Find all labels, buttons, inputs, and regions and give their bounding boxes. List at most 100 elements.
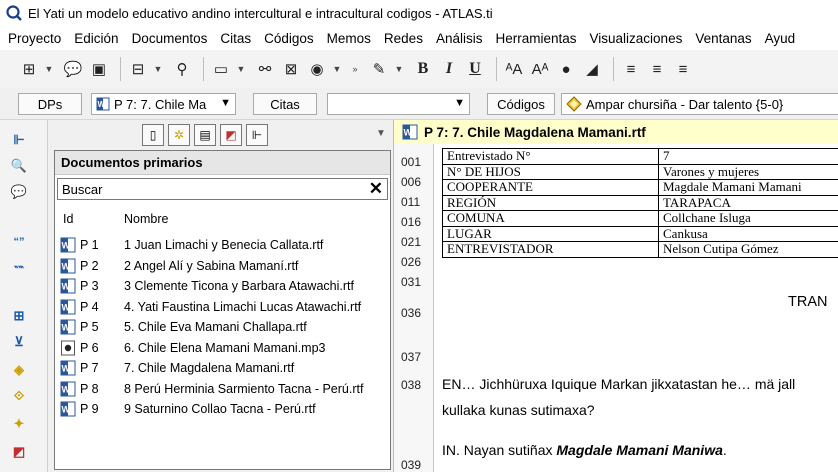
svg-text:W: W [62, 282, 71, 292]
interview-answer: IN. Nayan sutiñax Magdale Mamani Maniwa. [442, 442, 727, 458]
dropdown-arrow-icon[interactable]: ▼ [394, 56, 404, 82]
toolbar-overflow-icon[interactable]: » [350, 56, 360, 82]
column-header-name[interactable]: Nombre [124, 212, 168, 226]
font-shrink-icon[interactable]: Aᴬ [529, 56, 551, 82]
list-item[interactable]: W P 5 5. Chile Eva Mamani Challapa.rtf [55, 317, 390, 338]
dropdown-arrow-icon[interactable]: ▼ [44, 56, 54, 82]
svg-text:W: W [62, 405, 71, 415]
table-cell: Collchane Isluga [658, 210, 838, 227]
code-tree-icon[interactable]: ⊻ [8, 332, 30, 352]
chevron-down-icon[interactable]: ▼ [220, 97, 231, 109]
chevron-down-icon[interactable]: ▼ [454, 97, 465, 109]
citas-button[interactable]: Citas [253, 93, 317, 115]
toolbar-separator [120, 57, 121, 81]
toolbar-separator [203, 57, 204, 81]
dropdown-arrow-icon[interactable]: ▼ [153, 56, 163, 82]
citas-selector[interactable]: ▼ [327, 93, 470, 115]
list-item[interactable]: W P 9 9 Saturnino Collao Tacna - Perú.rtf [55, 399, 390, 420]
code-diamond-icon[interactable]: ◈ [8, 360, 30, 380]
word-file-icon: W [60, 278, 76, 294]
align-left-icon[interactable]: ≡ [620, 56, 642, 82]
menu-edicion[interactable]: Edición [74, 31, 118, 46]
menu-visualizaciones[interactable]: Visualizaciones [590, 31, 683, 46]
list-item[interactable]: W P 4 4. Yati Faustina Limachi Lucas Atawa… [55, 297, 390, 318]
cooccurrence-icon[interactable]: ⊠ [280, 56, 302, 82]
documents-tab-icon[interactable]: ▯ [142, 124, 164, 146]
search-input[interactable]: Buscar ✕ [57, 178, 388, 200]
bold-button[interactable]: B [412, 56, 434, 82]
xml-icon[interactable]: ◉ [306, 56, 328, 82]
table-row: COOPERANTE Magdale Mamani Mamani [442, 179, 838, 196]
highlighter-icon[interactable]: ◢ [581, 56, 603, 82]
underline-button[interactable]: U [464, 56, 486, 82]
dropdown-arrow-icon[interactable]: ▼ [332, 56, 342, 82]
font-grow-icon[interactable]: ᴬA [503, 56, 525, 82]
pen-icon[interactable]: ✎ [368, 56, 390, 82]
menu-codigos[interactable]: Códigos [264, 31, 314, 46]
menu-citas[interactable]: Citas [220, 31, 251, 46]
hierarchy-icon[interactable]: ⊩ [8, 130, 30, 150]
codes-tab-icon[interactable]: ✲ [168, 124, 190, 146]
table-row: REGIÓN TARAPACA [442, 194, 838, 211]
svg-text:W: W [62, 384, 71, 394]
list-item[interactable]: W P 2 2 Angel Alí y Sabina Mamaní.rtf [55, 256, 390, 277]
query-tool-icon[interactable]: ⚯ [254, 56, 276, 82]
align-right-icon[interactable]: ≡ [672, 56, 694, 82]
memo-icon[interactable]: ◩ [8, 442, 30, 462]
quotations-tab-icon[interactable]: ▤ [194, 124, 216, 146]
quotation-icon[interactable]: “” [8, 232, 30, 252]
panel-menu-arrow-icon[interactable]: ▼ [376, 128, 386, 139]
document-selector[interactable]: W P 7: 7. Chile Ma ▼ [91, 93, 236, 115]
families-tab-icon[interactable]: ⊩ [246, 124, 268, 146]
column-header-id[interactable]: Id [63, 212, 73, 226]
quotation-link-icon[interactable]: ‶‷ [8, 260, 30, 280]
code-list-icon[interactable]: ⊞ [8, 306, 30, 326]
menu-proyecto[interactable]: Proyecto [8, 31, 61, 46]
color-circle-icon[interactable]: ● [555, 56, 577, 82]
menu-herramientas[interactable]: Herramientas [495, 31, 576, 46]
line-number: 026 [401, 255, 422, 269]
list-item[interactable]: W P 8 8 Perú Herminia Sarmiento Tacna - Pe… [55, 379, 390, 400]
menu-analisis[interactable]: Análisis [436, 31, 483, 46]
menu-memos[interactable]: Memos [327, 31, 371, 46]
list-item[interactable]: W P 7 7. Chile Magdalena Mamani.rtf [55, 358, 390, 379]
menu-documentos[interactable]: Documentos [132, 31, 208, 46]
document-title: P 7: 7. Chile Magdalena Mamani.rtf [424, 124, 646, 140]
binoculars-icon[interactable]: ⚲ [171, 56, 193, 82]
menu-ayuda[interactable]: Ayud [765, 31, 796, 46]
document-text-area[interactable]: Entrevistado N° 7 N° DE HIJOS Varones y mu… [434, 144, 838, 472]
menu-ventanas[interactable]: Ventanas [695, 31, 751, 46]
word-file-icon: W [60, 237, 76, 253]
memos-tab-icon[interactable]: ◩ [220, 124, 242, 146]
close-icon[interactable]: ✕ [369, 179, 383, 199]
codigos-button[interactable]: Códigos [487, 93, 555, 115]
line-number: 038 [401, 378, 422, 392]
comment-icon[interactable]: 💬 [62, 56, 84, 82]
selector-bar: DPs W P 7: 7. Chile Ma ▼ Citas ▼ Códigos… [0, 88, 838, 120]
codigos-selector[interactable]: Ampar chursiña - Dar talento {5-0} [561, 93, 838, 115]
folder-open-icon[interactable]: ▭ [210, 56, 232, 82]
document-id: P 2 [80, 258, 99, 273]
answer-text: IN. Nayan sutiñax [442, 442, 557, 458]
hierarchy-icon[interactable]: ⊞ [18, 56, 40, 82]
code-link-icon[interactable]: ⟐ [8, 386, 30, 406]
answer-name: Magdale Mamani Maniwa [556, 442, 723, 458]
italic-button[interactable]: I [438, 56, 460, 82]
code-hub-icon[interactable]: ✦ [8, 414, 30, 434]
search-placeholder: Buscar [62, 181, 103, 197]
dropdown-arrow-icon[interactable]: ▼ [236, 56, 246, 82]
list-item[interactable]: W P 3 3 Clemente Ticona y Barbara Atawachi… [55, 276, 390, 297]
word-file-icon: W [96, 97, 110, 111]
dps-button[interactable]: DPs [18, 93, 82, 115]
document-viewer: W P 7: 7. Chile Magdalena Mamani.rtf 001… [393, 120, 838, 472]
align-center-icon[interactable]: ≡ [646, 56, 668, 82]
line-number: 016 [401, 215, 422, 229]
save-icon[interactable]: ▣ [88, 56, 110, 82]
search-icon[interactable]: 🔍 [8, 156, 30, 176]
word-file-icon: W [60, 381, 76, 396]
list-item[interactable]: W P 1 1 Juan Limachi y Benecia Callata.rtf [55, 235, 390, 256]
list-item[interactable]: P 6 6. Chile Elena Mamani Mamani.mp3 [55, 338, 390, 359]
menu-redes[interactable]: Redes [384, 31, 423, 46]
comment-icon[interactable]: 💬 [8, 182, 30, 202]
tree-icon[interactable]: ⊟ [127, 56, 149, 82]
